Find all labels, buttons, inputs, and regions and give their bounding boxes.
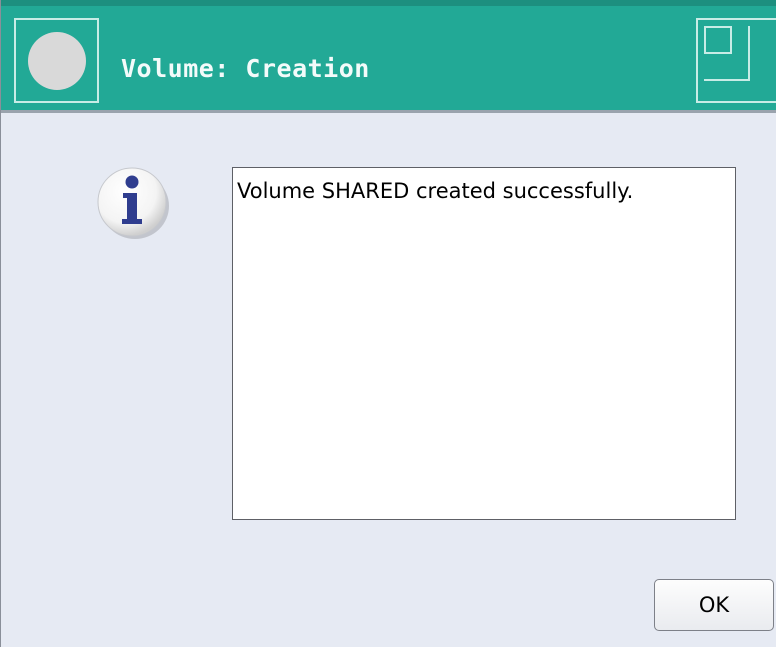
message-text: Volume SHARED created successfully. (237, 179, 634, 203)
dialog-window: Volume: Creation Volume SHARED created s… (0, 0, 776, 647)
window-title: Volume: Creation (121, 54, 370, 83)
window-menu-circle (28, 32, 86, 90)
ok-button[interactable]: OK (654, 579, 774, 631)
title-bar[interactable]: Volume: Creation (1, 0, 776, 110)
maximize-icon[interactable] (696, 18, 776, 103)
maximize-icon-square (704, 26, 732, 54)
window-menu-icon[interactable] (14, 18, 99, 103)
message-text-area[interactable]: Volume SHARED created successfully. (232, 167, 736, 520)
title-bar-divider (1, 110, 776, 113)
info-icon (94, 163, 172, 241)
